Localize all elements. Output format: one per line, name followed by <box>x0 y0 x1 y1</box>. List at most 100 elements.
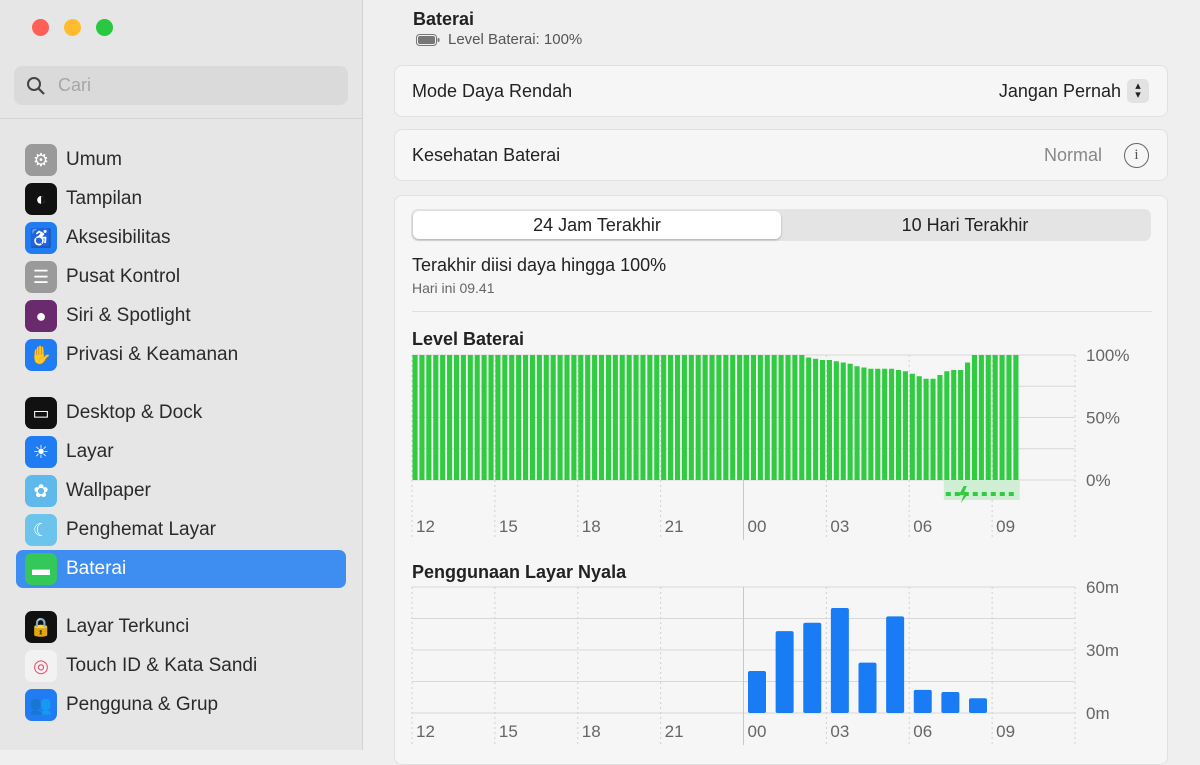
x-tick-label: 18 <box>582 517 601 536</box>
battery-level-bar <box>854 366 860 480</box>
battery-level-bar <box>447 355 453 480</box>
battery-level-bar <box>592 355 598 480</box>
battery-level-bar <box>709 355 715 480</box>
battery-level-bar <box>785 355 791 480</box>
battery-level-bar <box>529 355 536 480</box>
battery-level-bar <box>502 355 508 480</box>
x-tick-label: 00 <box>748 722 767 741</box>
battery-level-bar <box>674 355 681 480</box>
battery-level-bar <box>937 375 943 480</box>
battery-level-bar <box>951 370 957 480</box>
charging-band <box>943 480 1020 500</box>
battery-level-bar <box>965 362 971 480</box>
battery-level-bar <box>771 355 777 480</box>
battery-level-bar <box>723 355 729 480</box>
battery-level-bar <box>923 378 929 480</box>
battery-level-bar <box>840 362 846 480</box>
battery-level-bar <box>737 355 743 480</box>
battery-level-bar <box>930 378 936 480</box>
battery-level-bar <box>647 355 653 480</box>
screen-usage-bar <box>969 698 987 713</box>
y-tick-label: 0m <box>1086 704 1110 723</box>
battery-level-bar <box>916 376 922 480</box>
battery-level-bar <box>833 361 839 480</box>
battery-level-bar <box>847 363 853 480</box>
battery-level-bar <box>958 370 964 480</box>
battery-level-bar <box>875 368 881 480</box>
battery-level-bar <box>688 355 694 480</box>
battery-level-bar <box>882 368 888 480</box>
battery-level-bar <box>799 355 805 480</box>
battery-level-bar <box>909 373 915 480</box>
battery-level-bar <box>992 355 998 480</box>
battery-level-bar <box>744 355 750 480</box>
battery-level-bar <box>640 355 646 480</box>
x-tick-label: 03 <box>830 722 849 741</box>
battery-level-bar <box>806 357 812 480</box>
battery-level-bar <box>557 355 563 480</box>
battery-level-bar <box>571 355 577 480</box>
screen-usage-bar <box>941 692 960 713</box>
x-tick-label: 21 <box>665 517 684 536</box>
battery-level-bar <box>999 355 1005 480</box>
battery-level-bar <box>702 355 708 480</box>
battery-level-bar <box>730 355 736 480</box>
battery-level-bar <box>536 355 542 480</box>
battery-level-bar <box>495 355 501 480</box>
battery-level-bar <box>605 355 611 480</box>
battery-level-bar <box>516 355 522 480</box>
battery-level-bar <box>578 355 584 480</box>
screen-usage-bar <box>748 671 766 713</box>
battery-level-bar <box>654 355 660 480</box>
y-tick-label: 50% <box>1086 409 1120 428</box>
battery-level-bar <box>481 355 487 480</box>
x-tick-label: 03 <box>830 517 849 536</box>
battery-level-bar <box>633 355 639 480</box>
x-tick-label: 00 <box>748 517 767 536</box>
battery-level-bar <box>764 355 770 480</box>
screen-usage-bar <box>830 608 849 713</box>
battery-level-bar <box>681 355 687 480</box>
x-tick-label: 09 <box>996 517 1015 536</box>
battery-level-bar <box>813 358 819 480</box>
charts-layer: 12 15 18 21 00 03 06 09 100% 50% 0% 12 15 18 21 00 03 06 0… <box>411 346 1129 745</box>
battery-level-bar <box>564 355 570 480</box>
screen-usage-bar <box>913 689 932 713</box>
battery-level-bar <box>792 355 798 480</box>
battery-level-bar <box>819 360 826 480</box>
screen-usage-bar <box>886 616 905 713</box>
battery-level-bar <box>902 371 908 480</box>
battery-level-bar <box>778 355 784 480</box>
battery-level-bar <box>612 355 618 480</box>
y-tick-label: 30m <box>1086 641 1119 660</box>
screen-usage-bar <box>775 631 794 713</box>
battery-level-bar <box>550 355 556 480</box>
x-tick-label: 06 <box>913 517 932 536</box>
x-tick-label: 15 <box>499 722 518 741</box>
x-tick-label: 21 <box>665 722 684 741</box>
battery-level-bar <box>1006 355 1012 480</box>
battery-level-bar <box>585 355 591 480</box>
x-tick-label: 06 <box>913 722 932 741</box>
screen-usage-bar <box>858 662 877 713</box>
battery-level-bar <box>944 371 950 480</box>
battery-level-bar <box>716 355 722 480</box>
battery-level-bar <box>426 355 432 480</box>
y-tick-label: 60m <box>1086 578 1119 597</box>
x-tick-label: 15 <box>499 517 518 536</box>
battery-level-bar <box>695 355 701 480</box>
x-tick-label: 12 <box>416 722 435 741</box>
x-tick-label: 12 <box>416 517 435 536</box>
battery-level-bar <box>412 355 418 480</box>
battery-level-bar <box>889 368 895 480</box>
x-tick-label: 18 <box>582 722 601 741</box>
screen-usage-bar <box>803 622 822 713</box>
battery-level-bar <box>978 355 984 480</box>
battery-level-bar <box>433 355 439 480</box>
battery-level-bar <box>971 355 978 480</box>
battery-level-bar <box>440 355 446 480</box>
battery-level-bar <box>460 355 466 480</box>
battery-level-bar <box>757 355 763 480</box>
battery-level-bar <box>453 355 460 480</box>
battery-level-bar <box>895 370 902 480</box>
